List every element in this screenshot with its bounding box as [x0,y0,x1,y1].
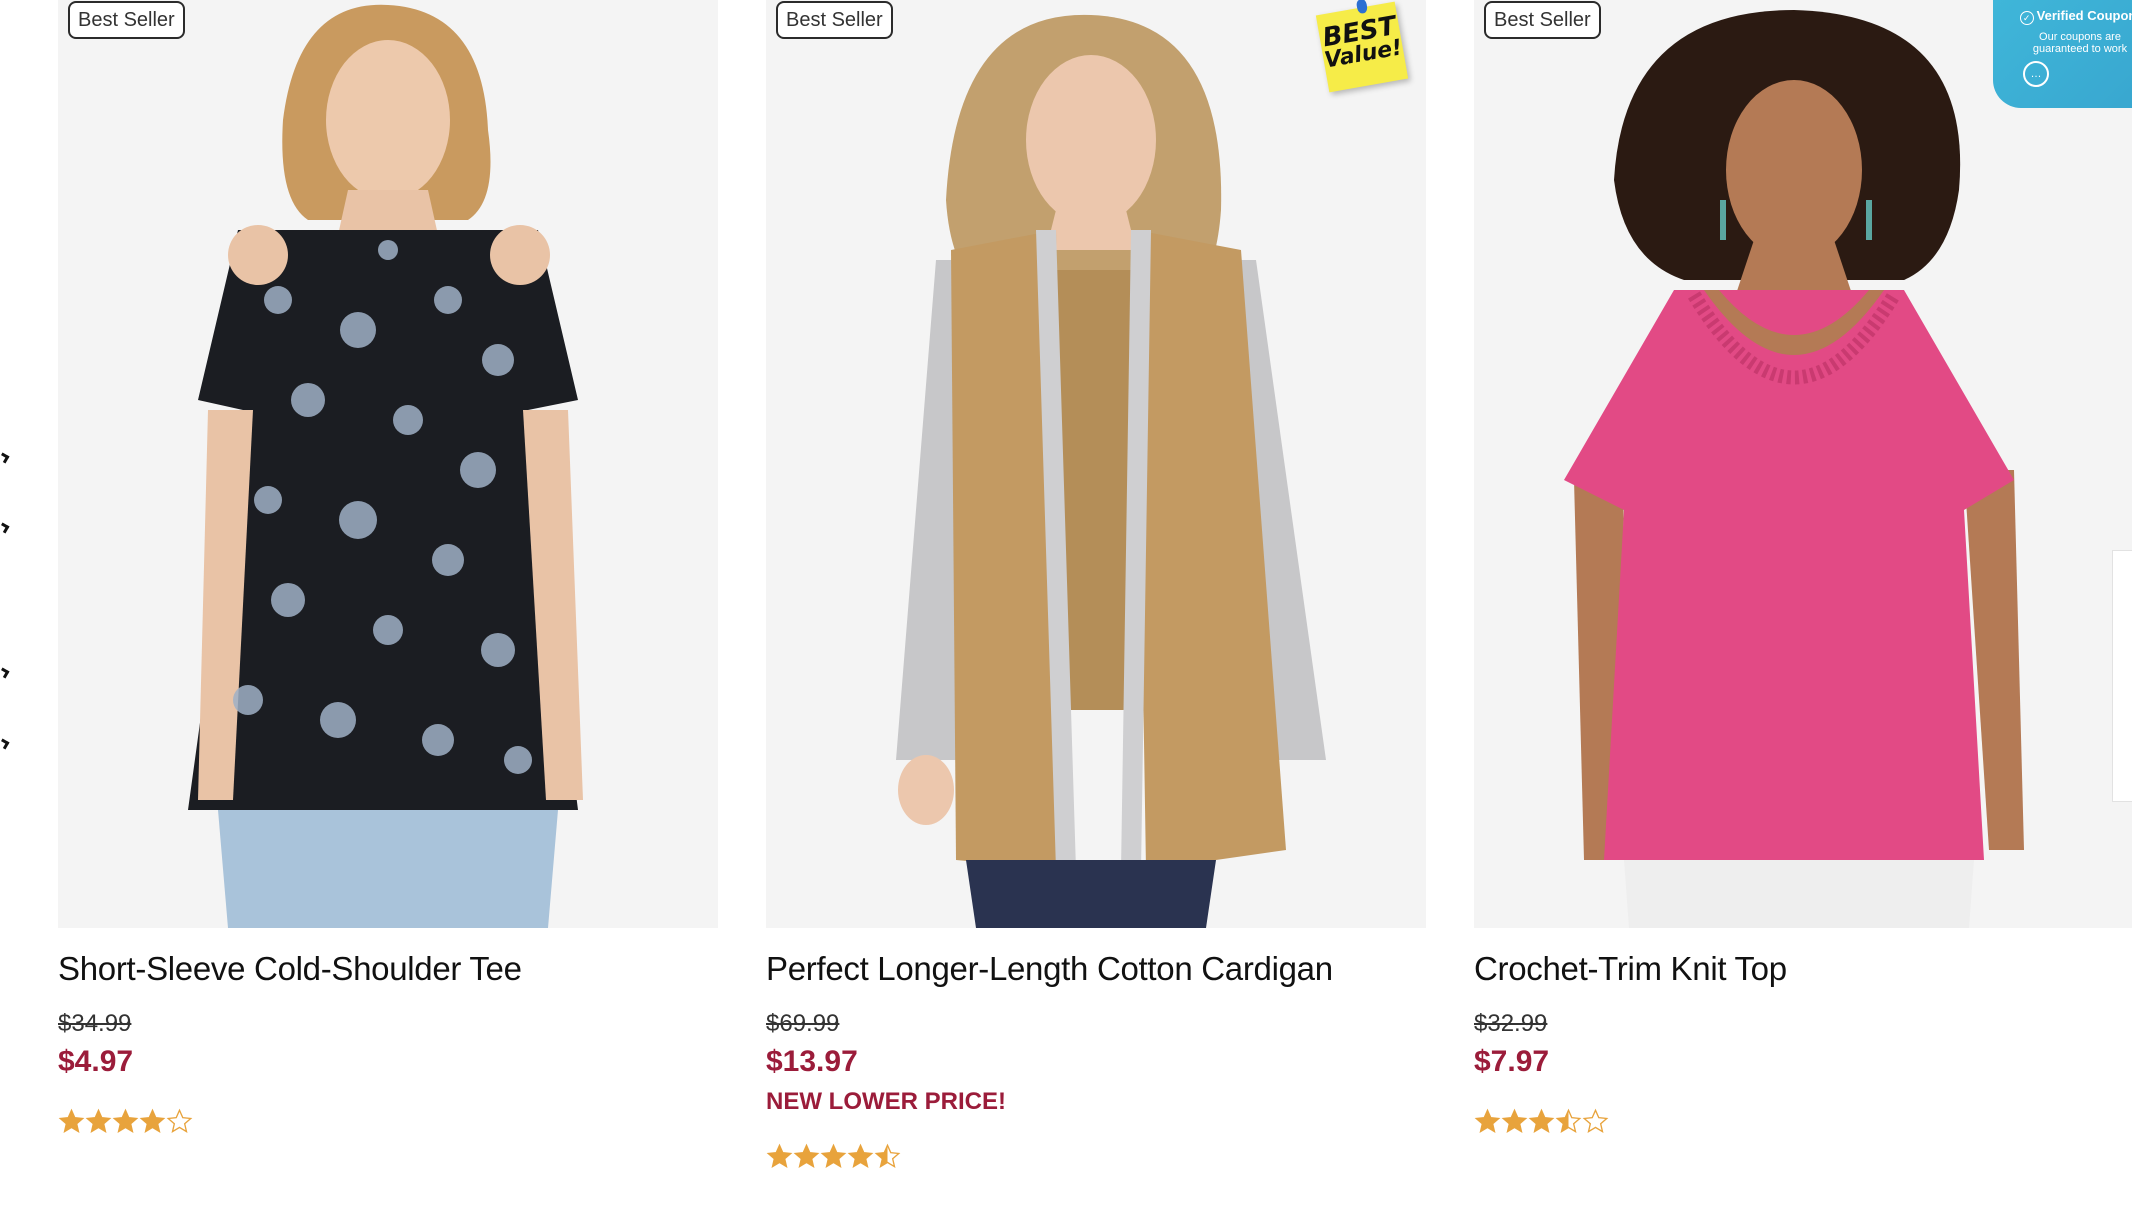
original-price: $34.99 [58,1010,132,1037]
sale-price: $13.97 [766,1045,858,1078]
star-empty-icon [166,1108,193,1135]
product-card[interactable]: Best Seller Crochet-Trim Knit Top $32.99… [1474,0,2132,1134]
product-title[interactable]: Short-Sleeve Cold-Shoulder Tee [58,950,522,988]
product-image[interactable]: Best Seller [58,0,718,928]
coupon-subtitle-2: guaranteed to work [2032,43,2128,55]
promo-label: NEW LOWER PRICE! [766,1088,1006,1115]
product-photo [1564,10,2024,928]
filter-checkmarks [0,0,20,1224]
original-price: $32.99 [1474,1010,1548,1037]
product-photo [896,14,1326,928]
best-seller-badge: Best Seller [776,1,893,39]
star-half-icon [874,1143,901,1170]
side-panel-edge [2112,550,2132,802]
product-image[interactable]: Best Seller BEST Value! [766,0,1426,928]
product-title[interactable]: Perfect Longer-Length Cotton Cardigan [766,950,1333,988]
star-full-icon [820,1143,847,1170]
star-full-icon [1501,1108,1528,1135]
star-full-icon [1528,1108,1555,1135]
best-seller-badge: Best Seller [68,1,185,39]
star-half-icon [1555,1108,1582,1135]
best-value-sticker: BEST Value! [1315,0,1409,93]
star-full-icon [847,1143,874,1170]
star-full-icon [793,1143,820,1170]
star-rating [1474,1108,1609,1135]
star-rating [766,1143,901,1170]
product-photo [188,4,583,928]
check-icon [0,452,10,464]
best-seller-badge: Best Seller [1484,1,1601,39]
check-icon [0,738,10,750]
chat-bubble-icon[interactable]: … [2023,61,2049,87]
check-circle-icon: ✓ [2019,11,2034,25]
star-empty-icon [1582,1108,1609,1135]
check-icon [0,522,10,534]
star-full-icon [1474,1108,1501,1135]
star-full-icon [112,1108,139,1135]
coupon-title: Verified Coupon [2036,8,2132,23]
check-icon [0,667,10,679]
star-full-icon [85,1108,112,1135]
pushpin-icon [1355,0,1369,15]
star-full-icon [58,1108,85,1135]
star-rating [58,1108,193,1135]
coupon-subtitle-1: Our coupons are [2039,31,2121,43]
original-price: $69.99 [766,1010,840,1037]
sale-price: $4.97 [58,1045,134,1078]
product-image[interactable]: Best Seller [1474,0,2132,928]
sale-price: $7.97 [1474,1045,1550,1078]
product-card[interactable]: Best Seller BEST Value! Perfect Longer-L… [766,0,1426,1169]
verified-coupon-widget[interactable]: ✓ Verified Coupon Our coupons are guarant… [1993,0,2132,108]
star-full-icon [139,1108,166,1135]
star-full-icon [766,1143,793,1170]
product-title[interactable]: Crochet-Trim Knit Top [1474,950,1787,988]
product-card[interactable]: Best Seller Short-Sleeve Cold-Shoulder T… [58,0,718,1134]
